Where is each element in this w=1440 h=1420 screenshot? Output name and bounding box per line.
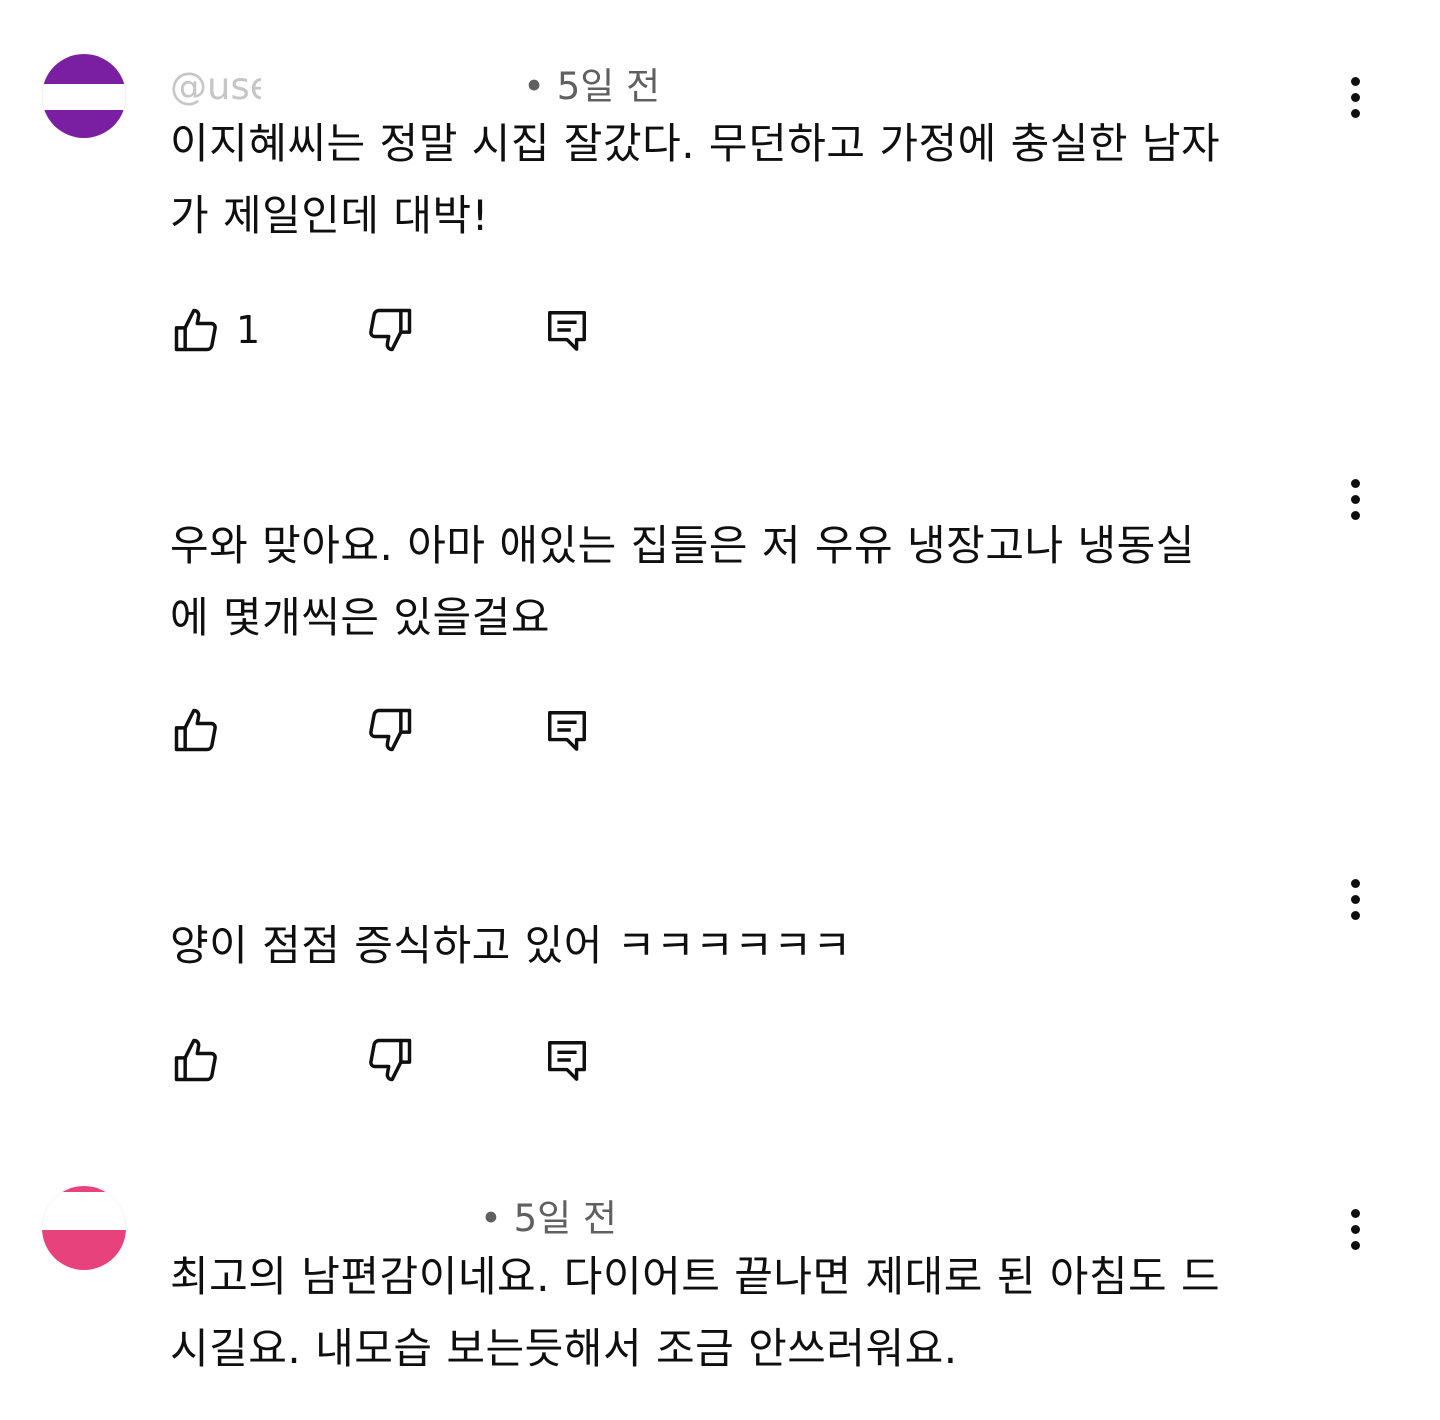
comment-meta: • 5일 전 bbox=[480, 1188, 617, 1242]
reply-button[interactable] bbox=[544, 703, 590, 757]
comment-text: 우와 맞아요. 아마 애있는 집들은 저 우유 냉장고나 냉동실 에 몇개씩은 … bbox=[170, 510, 1350, 654]
comment-text-line: 이지혜씨는 정말 시집 잘갔다. 무던하고 가정에 충실한 남자 bbox=[170, 119, 1221, 168]
comment-text: 이지혜씨는 정말 시집 잘갔다. 무던하고 가정에 충실한 남자 가 제일인데 … bbox=[170, 108, 1350, 252]
comment-text-line: 양이 점점 증식하고 있어 ㅋㅋㅋㅋㅋㅋ bbox=[170, 921, 852, 970]
like-count: 1 bbox=[236, 308, 261, 352]
reply-icon bbox=[548, 311, 586, 351]
reply-icon bbox=[548, 711, 586, 751]
dislike-button[interactable] bbox=[364, 1033, 416, 1087]
timestamp: • 5일 전 bbox=[480, 1197, 617, 1240]
comment-text: 최고의 남편감이네요. 다이어트 끝나면 제대로 된 아침도 드 시길요. 내모… bbox=[170, 1241, 1350, 1385]
like-button[interactable] bbox=[170, 703, 236, 757]
avatar[interactable] bbox=[42, 54, 126, 138]
reply-button[interactable] bbox=[544, 1033, 590, 1087]
dislike-button[interactable] bbox=[364, 303, 416, 357]
thumbs-down-icon bbox=[369, 708, 412, 752]
like-button[interactable] bbox=[170, 1033, 236, 1087]
timestamp: • 5일 전 bbox=[523, 65, 661, 108]
comment-text-line: 시길요. 내모습 보는듯해서 조금 안쓰러워요. bbox=[170, 1324, 958, 1373]
like-button[interactable]: 1 bbox=[170, 303, 260, 357]
reply-button[interactable] bbox=[544, 303, 590, 357]
comment-text-line: 가 제일인데 대박! bbox=[170, 191, 490, 240]
thumbs-up-icon bbox=[174, 708, 217, 752]
thumbs-up-icon bbox=[174, 308, 217, 352]
comment-text-line: 에 몇개씩은 있을걸요 bbox=[170, 593, 550, 642]
comment-meta: @user-a • 5일 전 bbox=[170, 56, 660, 110]
thumbs-down-icon bbox=[369, 1038, 412, 1082]
dislike-button[interactable] bbox=[364, 703, 416, 757]
comment-text-line: 최고의 남편감이네요. 다이어트 끝나면 제대로 된 아침도 드 bbox=[170, 1252, 1221, 1301]
comment-text: 양이 점점 증식하고 있어 ㅋㅋㅋㅋㅋㅋ bbox=[170, 910, 1350, 982]
reply-icon bbox=[548, 1041, 586, 1081]
comment-text-line: 우와 맞아요. 아마 애있는 집들은 저 우유 냉장고나 냉동실 bbox=[170, 521, 1195, 570]
avatar[interactable] bbox=[42, 1186, 126, 1270]
thumbs-down-icon bbox=[369, 308, 412, 352]
thumbs-up-icon bbox=[174, 1038, 217, 1082]
